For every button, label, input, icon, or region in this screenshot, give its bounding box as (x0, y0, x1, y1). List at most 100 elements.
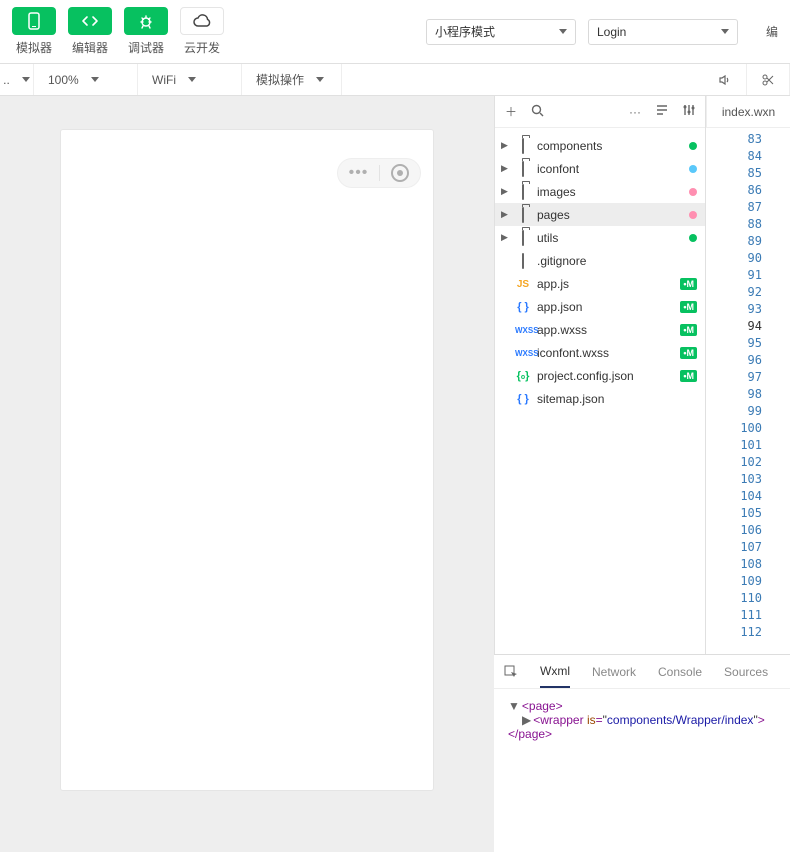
mock-label: 模拟操作 (256, 71, 304, 88)
device-select[interactable]: .. (0, 64, 34, 95)
file-icon: WXSS (515, 347, 531, 359)
line-number: 95 (706, 336, 790, 353)
collapse-button[interactable] (655, 104, 669, 119)
file-name: app.js (537, 277, 674, 291)
mode-select[interactable]: 小程序模式 (426, 19, 576, 45)
simulator-button[interactable]: 模拟器 (12, 7, 56, 56)
tab-sources[interactable]: Sources (724, 657, 768, 687)
file-name: utils (537, 231, 683, 245)
tab-console[interactable]: Console (658, 657, 702, 687)
line-number: 103 (706, 472, 790, 489)
folder-pages[interactable]: ▶pages (495, 203, 705, 226)
folder-images[interactable]: ▶ images (495, 180, 705, 203)
mode-value: 小程序模式 (435, 23, 495, 40)
inspect-icon[interactable] (504, 665, 518, 679)
line-number: 107 (706, 540, 790, 557)
file-name: project.config.json (537, 369, 674, 383)
file-icon: {o} (515, 370, 531, 382)
network-select[interactable]: WiFi (138, 64, 242, 95)
mock-select[interactable]: 模拟操作 (242, 64, 342, 95)
simulator-label: 模拟器 (16, 39, 52, 56)
line-number: 98 (706, 387, 790, 404)
debugger-label: 调试器 (128, 39, 164, 56)
capsule-menu-button[interactable]: ••• (339, 164, 379, 182)
search-button[interactable] (531, 104, 544, 120)
folder-utils[interactable]: ▶ utils (495, 226, 705, 249)
file-icon: JS (515, 278, 531, 290)
wxml-wrapper-tag: wrapper (540, 713, 583, 727)
capsule-close-button[interactable] (380, 164, 420, 182)
speaker-icon (718, 73, 732, 87)
file-app.wxss[interactable]: WXSSapp.wxss•M (495, 318, 705, 341)
simulator-viewport[interactable]: ••• (61, 130, 433, 790)
line-number: 89 (706, 234, 790, 251)
wxml-open: <page> (522, 699, 563, 713)
line-number: 104 (706, 489, 790, 506)
expand-icon: ▶ (501, 163, 509, 174)
tab-network[interactable]: Network (592, 657, 636, 687)
new-file-button[interactable]: ＋ (505, 103, 517, 120)
cloud-label: 云开发 (184, 39, 220, 56)
line-number: 87 (706, 200, 790, 217)
settings-button[interactable] (683, 103, 695, 120)
line-number: 92 (706, 285, 790, 302)
file-name: .gitignore (537, 254, 697, 268)
capsule-bar: ••• (337, 158, 421, 188)
file-name: images (537, 185, 683, 199)
folder-iconfont[interactable]: ▶iconfont (495, 157, 705, 180)
tab-wxml[interactable]: Wxml (540, 656, 570, 688)
mute-button[interactable] (704, 64, 747, 95)
status-dot (689, 142, 697, 150)
code-icon (68, 7, 112, 35)
line-number: 90 (706, 251, 790, 268)
line-number: 105 (706, 506, 790, 523)
modified-badge: •M (680, 278, 697, 290)
file-name: sitemap.json (537, 392, 697, 406)
modified-badge: •M (680, 370, 697, 382)
file-name: pages (537, 208, 683, 222)
debugger-button[interactable]: 调试器 (124, 7, 168, 56)
line-number: 96 (706, 353, 790, 370)
line-number: 100 (706, 421, 790, 438)
expand-icon: ▶ (501, 186, 509, 197)
file-iconfont.wxss[interactable]: WXSSiconfont.wxss•M (495, 341, 705, 364)
expand-icon: ▶ (501, 232, 509, 243)
zoom-select[interactable]: 100% (34, 64, 138, 95)
line-number: 111 (706, 608, 790, 625)
page-select[interactable]: Login (588, 19, 738, 45)
folder-icon (515, 231, 531, 245)
line-number: 97 (706, 370, 790, 387)
editor-button[interactable]: 编辑器 (68, 7, 112, 56)
toolbar-right: 小程序模式 Login 编 (426, 19, 778, 45)
file-app.js[interactable]: JS app.js •M (495, 272, 705, 295)
cloud-button[interactable]: 云开发 (180, 7, 224, 56)
status-dot (689, 234, 697, 242)
folder-components[interactable]: ▶components (495, 134, 705, 157)
file-project.config.json[interactable]: {o} project.config.json •M (495, 364, 705, 387)
line-number: 84 (706, 149, 790, 166)
modified-badge: •M (680, 347, 697, 359)
devtools-body[interactable]: ▼<page> ▶<wrapper is="components/Wrapper… (494, 689, 790, 852)
page-value: Login (597, 25, 626, 39)
line-number: 99 (706, 404, 790, 421)
cut-button[interactable] (747, 64, 790, 95)
folder-icon (515, 185, 531, 199)
editor-label: 编辑器 (72, 39, 108, 56)
secondary-bar: .. 100% WiFi 模拟操作 (0, 64, 790, 96)
file-app.json[interactable]: { }app.json•M (495, 295, 705, 318)
status-dot (689, 165, 697, 173)
file-icon (515, 254, 531, 268)
line-number: 112 (706, 625, 790, 642)
scissors-icon (761, 73, 775, 87)
open-file-tab[interactable]: index.wxn (706, 96, 790, 128)
file-sitemap.json[interactable]: { }sitemap.json (495, 387, 705, 410)
line-number: 94 (706, 319, 790, 336)
phone-icon (12, 7, 56, 35)
more-button[interactable]: ··· (629, 105, 641, 119)
main-toolbar: 模拟器 编辑器 调试器 云开发 小程序模式 Login 编 (0, 0, 790, 64)
devtools-tabs: Wxml Network Console Sources (494, 655, 790, 689)
device-label: .. (3, 73, 10, 87)
line-number: 88 (706, 217, 790, 234)
file-.gitignore[interactable]: .gitignore (495, 249, 705, 272)
bug-icon (124, 7, 168, 35)
